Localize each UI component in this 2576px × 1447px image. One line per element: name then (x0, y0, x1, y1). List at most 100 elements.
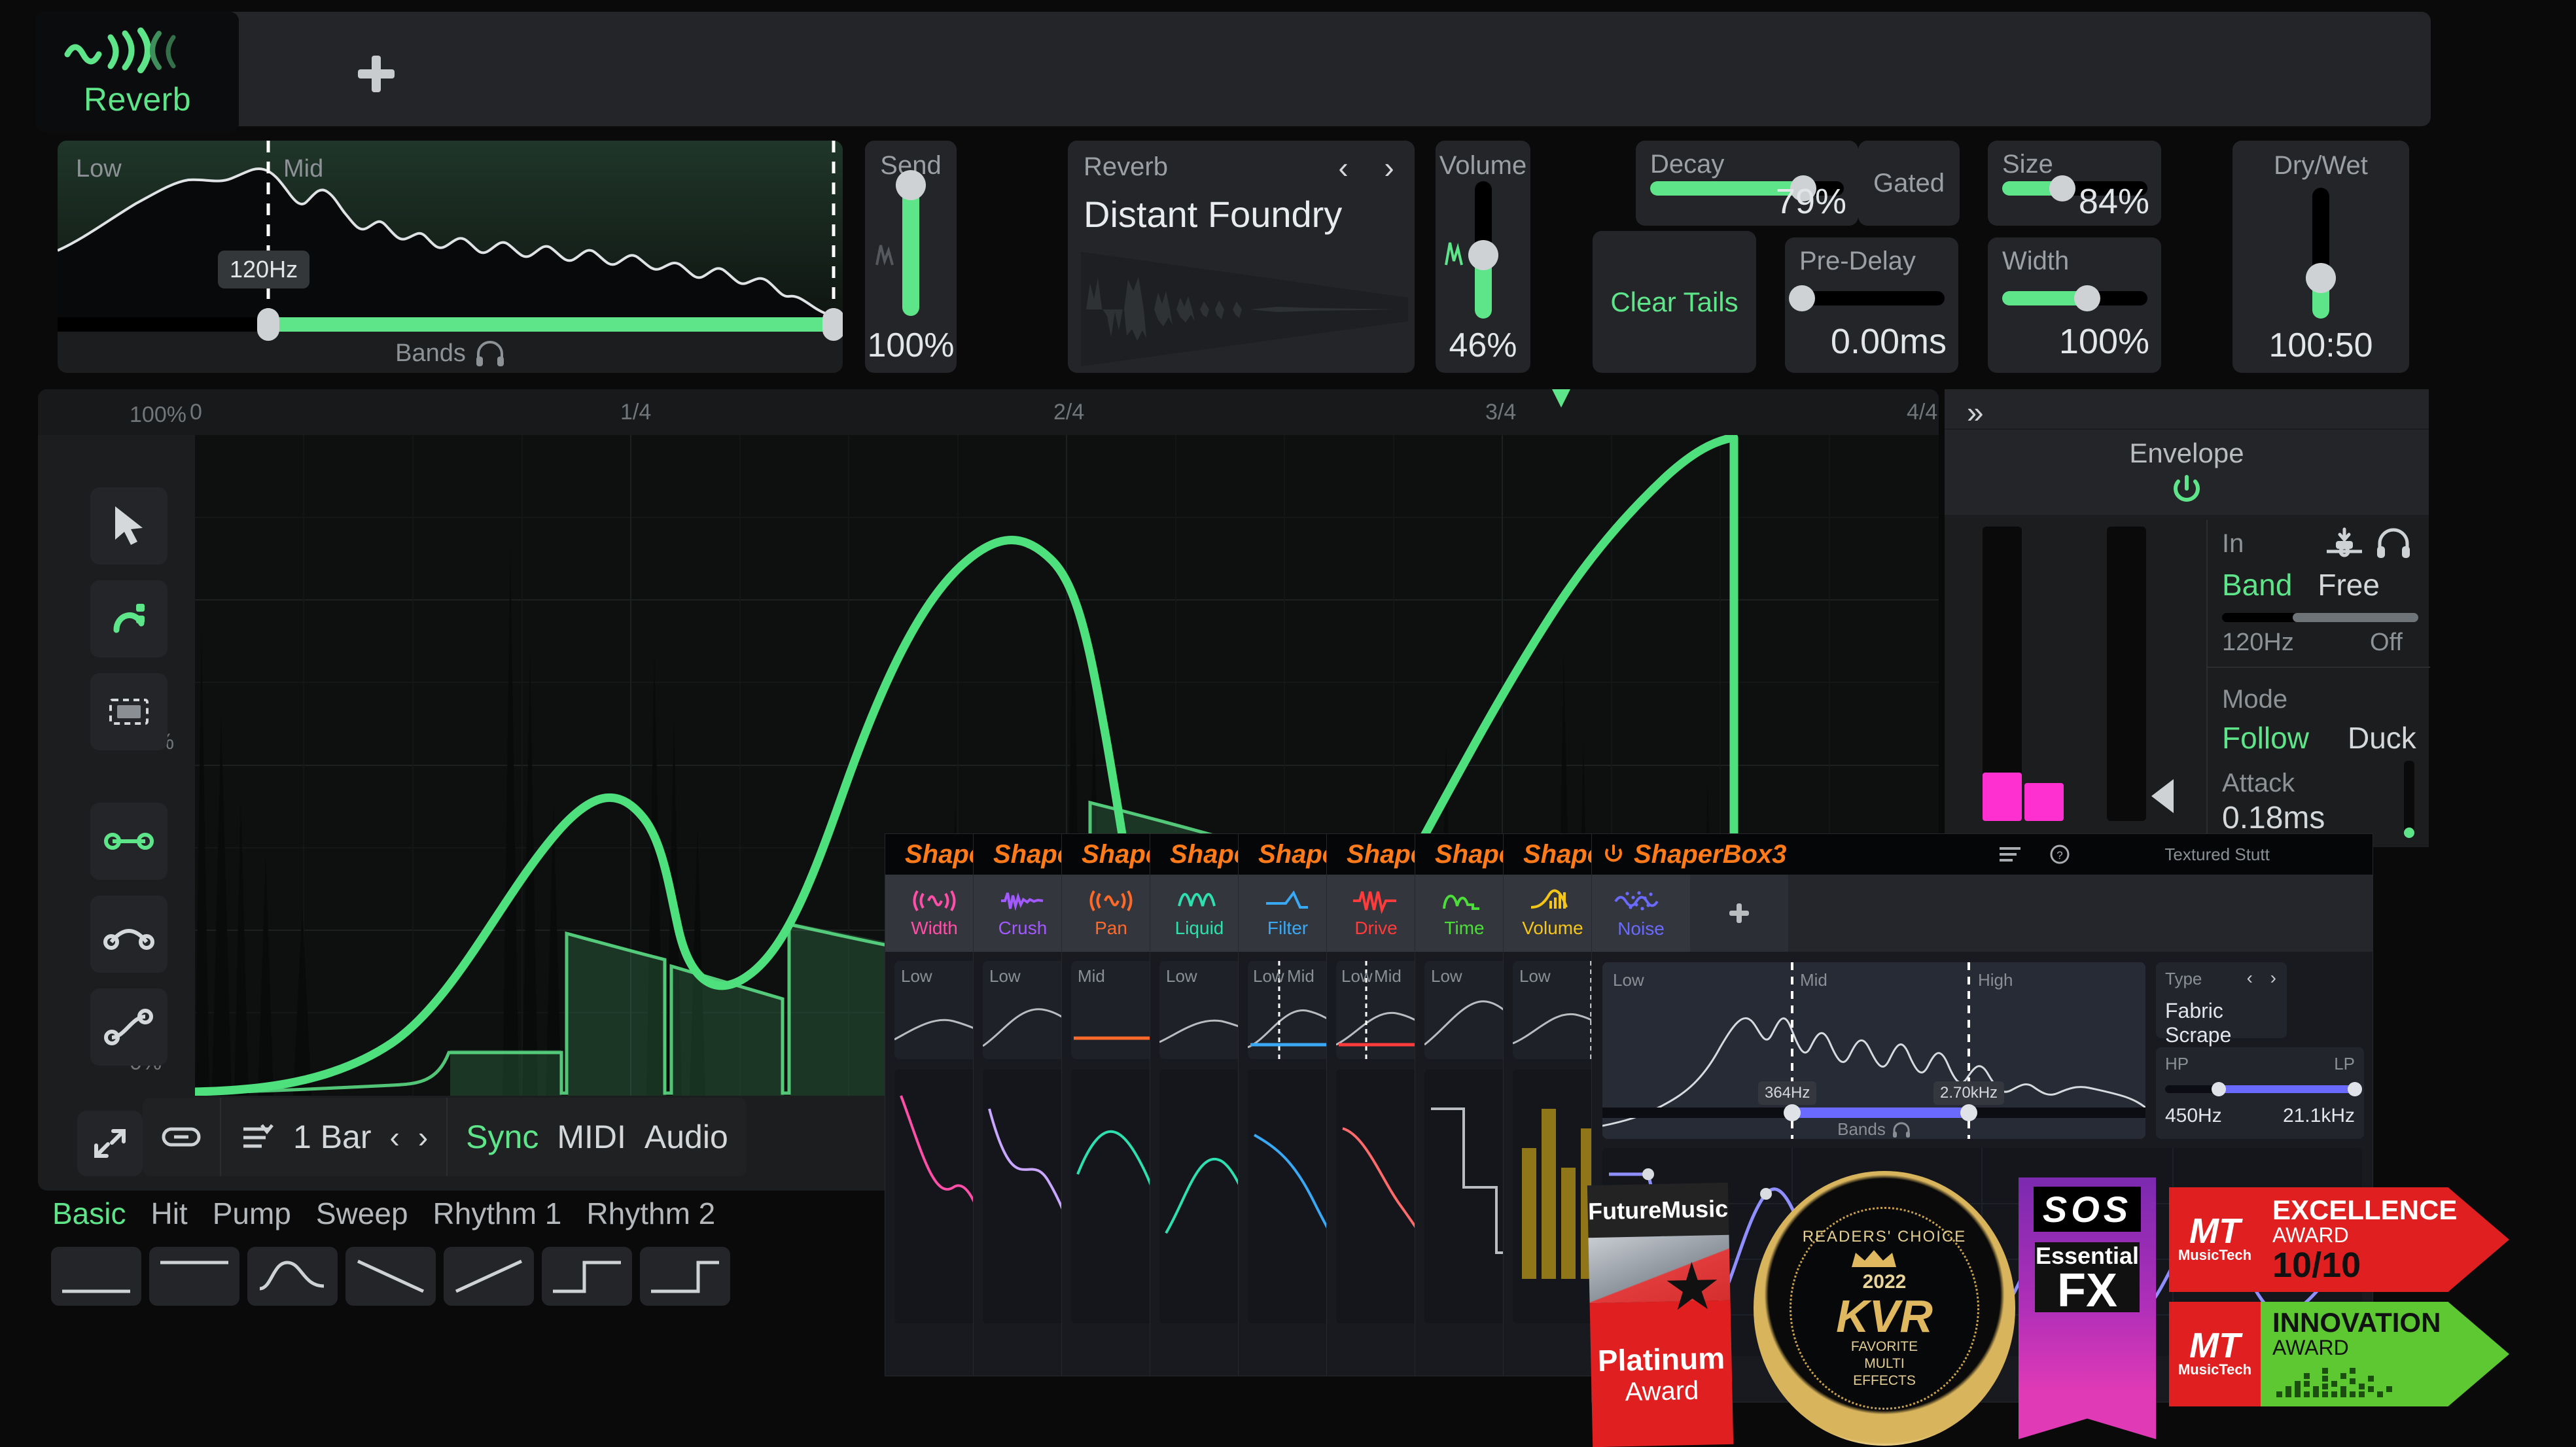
shape-pulse[interactable] (640, 1247, 730, 1306)
preset-tab-hit[interactable]: Hit (150, 1196, 187, 1231)
envelope-mode-follow[interactable]: Follow (2222, 721, 2309, 755)
volume-label: Volume (1436, 151, 1530, 181)
noise-freq-low[interactable]: 364Hz (1758, 1081, 1816, 1105)
headphone-icon[interactable] (475, 340, 505, 366)
preset-tab-pump[interactable]: Pump (213, 1196, 291, 1231)
window-preset-name[interactable]: Textured Stutt (2164, 845, 2269, 865)
noise-hp-handle[interactable] (2212, 1082, 2226, 1096)
module-tab-pan[interactable]: Pan (1062, 875, 1160, 952)
rate-value[interactable]: 1 Bar (293, 1118, 372, 1156)
collapse-panel-button[interactable]: » (1967, 394, 1984, 430)
magnet-tool[interactable] (90, 580, 168, 657)
power-icon[interactable] (2170, 473, 2204, 507)
help-circle-icon[interactable]: ? (2049, 844, 2070, 865)
drywet-slider[interactable] (2312, 188, 2329, 319)
add-tab-button[interactable] (350, 48, 402, 100)
headphone-icon[interactable] (1892, 1122, 1911, 1138)
noise-type-value[interactable]: Fabric Scrape (2165, 999, 2287, 1047)
preset-tab-sweep[interactable]: Sweep (316, 1196, 408, 1231)
envelope-attack-value[interactable]: 0.18ms (2222, 801, 2325, 835)
volume-slider[interactable] (1475, 181, 1492, 319)
envelope-mode-label-row: Mode (2222, 685, 2287, 714)
module-tab-width[interactable]: Width (885, 875, 983, 952)
predelay-slider[interactable] (1799, 291, 1945, 305)
envelope-mode-duck[interactable]: Duck (2348, 721, 2416, 755)
hamburger-menu-icon[interactable] (1998, 845, 2024, 863)
size-label: Size (2002, 150, 2053, 179)
predelay-slider-handle[interactable] (1789, 285, 1815, 311)
preset-tab-rhythm2[interactable]: Rhythm 2 (586, 1196, 715, 1231)
power-icon[interactable] (1602, 843, 1625, 865)
envelope-range-slider[interactable] (2222, 613, 2418, 622)
mode-midi-button[interactable]: MIDI (557, 1118, 626, 1156)
noise-type-next[interactable]: › (2270, 968, 2276, 988)
send-slider-handle[interactable] (896, 170, 926, 200)
rate-next-button[interactable]: › (418, 1119, 428, 1155)
noise-bands-track[interactable] (1602, 1107, 2145, 1118)
mt-mark: MT (2189, 1215, 2240, 1247)
noise-type-prev[interactable]: ‹ (2247, 968, 2253, 988)
envelope-source-free[interactable]: Free (2318, 568, 2380, 602)
send-envelope-icon[interactable] (873, 239, 902, 269)
module-tab-crush[interactable]: Crush (974, 875, 1072, 952)
preset-tab-rhythm1[interactable]: Rhythm 1 (433, 1196, 562, 1231)
width-slider-handle[interactable] (2074, 285, 2100, 311)
playhead-marker[interactable] (1549, 389, 1573, 408)
preset-tab-basic[interactable]: Basic (52, 1196, 126, 1231)
module-tab-filter[interactable]: Filter (1239, 875, 1337, 952)
send-slider[interactable] (902, 185, 919, 316)
link-icon[interactable] (161, 1125, 202, 1149)
headphone-icon[interactable] (2375, 528, 2412, 559)
module-tab-volume[interactable]: Volume (1504, 875, 1602, 952)
module-tab-liquid[interactable]: Liquid (1150, 875, 1248, 952)
ramp-up-shape-icon (450, 1253, 528, 1299)
band-crossover-freq[interactable]: 120Hz (218, 251, 309, 288)
s-curve-tool[interactable] (90, 988, 168, 1066)
shape-sine[interactable] (247, 1247, 338, 1306)
noise-filter-range[interactable] (2165, 1085, 2355, 1093)
shape-flat-high[interactable] (149, 1247, 239, 1306)
line-tool[interactable] (90, 803, 168, 880)
noise-freq-high[interactable]: 2.70kHz (1933, 1081, 2004, 1105)
rate-prev-button[interactable]: ‹ (390, 1119, 400, 1155)
gated-button[interactable]: Gated (1858, 141, 1960, 226)
timeline-ruler[interactable]: 0 1/4 2/4 3/4 4/4 (38, 389, 1939, 435)
bands-panel[interactable]: Low Mid 120Hz Bands (58, 141, 843, 373)
clear-tails-button[interactable]: Clear Tails (1593, 231, 1756, 373)
module-tab-drive[interactable]: Drive (1327, 875, 1425, 952)
send-value: 100% (865, 326, 957, 365)
expand-editor-button[interactable] (77, 1111, 143, 1176)
shape-flat-low[interactable] (51, 1247, 141, 1306)
volume-slider-handle[interactable] (1468, 240, 1498, 270)
reverb-preset-name[interactable]: Distant Foundry (1084, 193, 1342, 235)
size-slider-handle[interactable] (2049, 175, 2075, 201)
shape-step-up[interactable] (542, 1247, 632, 1306)
noise-lp-handle[interactable] (2348, 1082, 2362, 1096)
noise-band-display[interactable]: Low Mid High 364Hz 2.70kHz Bands (1602, 962, 2145, 1139)
drywet-slider-handle[interactable] (2306, 263, 2336, 293)
noise-bands-fill (1792, 1107, 1969, 1118)
bands-range-track[interactable] (58, 317, 843, 332)
tab-reverb[interactable]: Reverb (36, 12, 239, 133)
mode-audio-button[interactable]: Audio (644, 1118, 728, 1156)
mode-sync-button[interactable]: Sync (466, 1118, 538, 1156)
envelope-source-band[interactable]: Band (2222, 568, 2292, 602)
threshold-marker[interactable] (2151, 779, 2174, 813)
meter-threshold-track[interactable] (2107, 527, 2146, 821)
band-low-label: Low (76, 155, 122, 183)
envelope-attack-label-row: Attack (2222, 769, 2295, 798)
reverb-next-button[interactable]: › (1374, 152, 1404, 183)
add-module-button[interactable] (1690, 875, 1788, 952)
reverb-prev-button[interactable]: ‹ (1328, 152, 1358, 183)
shape-ramp-down[interactable] (345, 1247, 436, 1306)
envelope-mode-follow-row: Follow (2222, 720, 2309, 756)
arc-tool[interactable] (90, 896, 168, 973)
marquee-tool[interactable] (90, 673, 168, 750)
list-icon[interactable] (239, 1121, 275, 1153)
shape-ramp-up[interactable] (444, 1247, 534, 1306)
sidechain-input-icon[interactable] (2324, 527, 2365, 561)
module-tab-time[interactable]: Time (1415, 875, 1513, 952)
module-tab-noise[interactable]: Noise (1592, 875, 1690, 952)
width-slider[interactable] (2002, 291, 2147, 305)
pointer-tool[interactable] (90, 487, 168, 565)
